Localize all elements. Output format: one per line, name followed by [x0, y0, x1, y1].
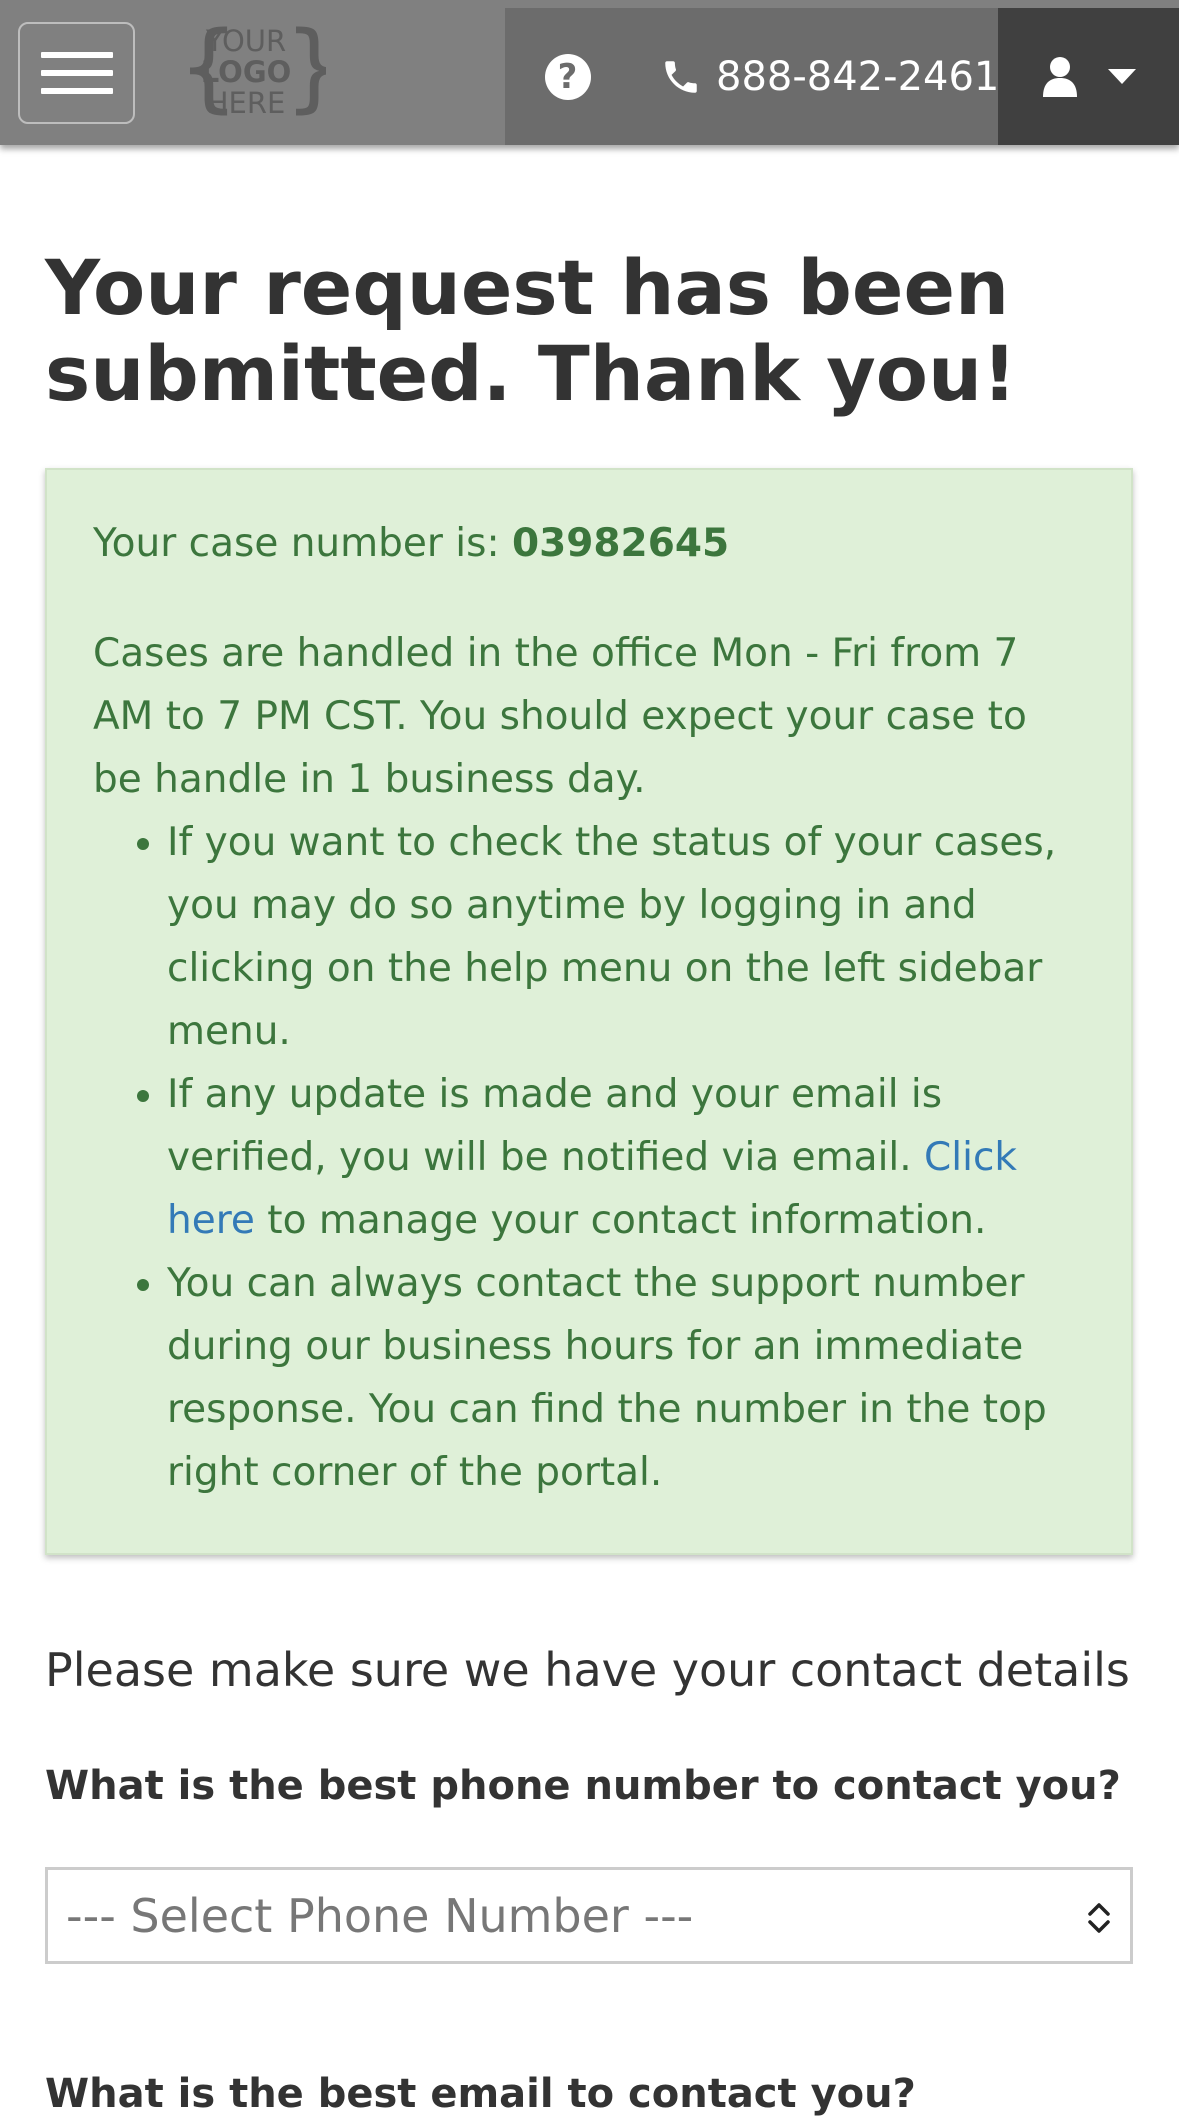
hamburger-icon: [40, 52, 113, 58]
phone-icon: [665, 60, 697, 93]
list-item: If any update is made and your email is …: [167, 1063, 1085, 1252]
user-icon: [1042, 56, 1077, 97]
logo-line-2: LOGO: [201, 55, 292, 89]
case-number: 03982645: [512, 521, 730, 566]
logo-line-3: HERE: [207, 86, 286, 120]
company-logo[interactable]: { } YOUR LOGO HERE: [166, 16, 326, 128]
support-phone-link[interactable]: 888-842-2461: [660, 8, 999, 145]
menu-toggle-button[interactable]: [18, 22, 135, 124]
contact-details-heading: Please make sure we have your contact de…: [45, 1643, 1130, 1697]
info-list: If you want to check the status of your …: [93, 811, 1085, 1504]
caret-down-icon: [1107, 68, 1136, 84]
case-number-line: Your case number is: 03982645: [93, 512, 1085, 575]
help-button[interactable]: ?: [505, 8, 630, 145]
question-circle-icon: ?: [544, 53, 591, 100]
support-phone-number[interactable]: 888-842-2461: [716, 54, 999, 100]
page-title: Your request has been submitted. Thank y…: [45, 243, 1017, 418]
email-question-label: What is the best email to contact you?: [45, 2071, 916, 2117]
handling-hours-text: Cases are handled in the office Mon - Fr…: [93, 631, 1027, 802]
logo-line-1: YOUR: [205, 24, 286, 58]
phone-select-value: --- Select Phone Number ---: [66, 1888, 694, 1943]
list-item-text: You can always contact the support numbe…: [167, 1261, 1047, 1495]
list-item-text: to manage your contact information.: [254, 1198, 987, 1243]
list-item-text: If you want to check the status of your …: [167, 820, 1057, 1054]
select-arrows-icon: [1088, 1903, 1110, 1933]
success-alert: Your case number is: 03982645 Cases are …: [45, 468, 1133, 1555]
phone-question-label: What is the best phone number to contact…: [45, 1763, 1121, 1809]
case-number-label: Your case number is:: [93, 521, 513, 566]
list-item: If you want to check the status of your …: [167, 811, 1085, 1063]
user-menu-button[interactable]: [998, 8, 1179, 145]
list-item-text: If any update is made and your email is …: [167, 1072, 943, 1180]
phone-number-select[interactable]: --- Select Phone Number ---: [45, 1867, 1133, 1964]
list-item: You can always contact the support numbe…: [167, 1252, 1085, 1504]
